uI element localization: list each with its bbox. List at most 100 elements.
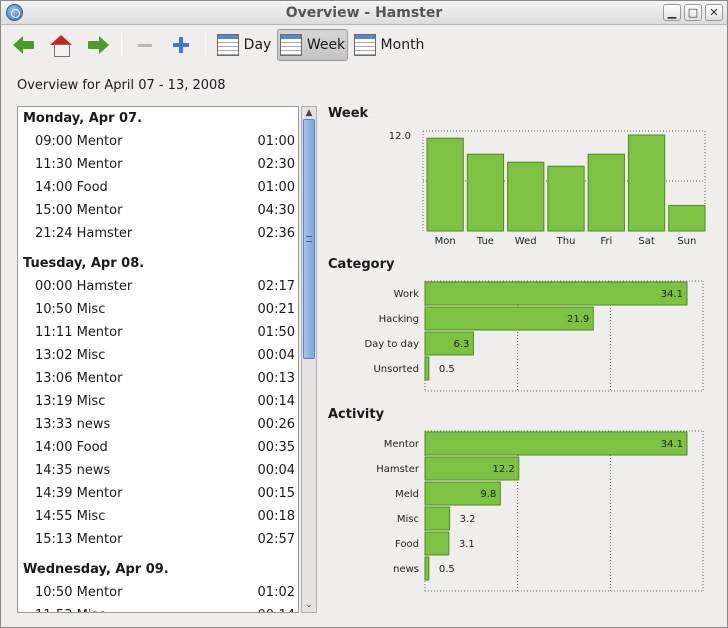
overview-window: Overview - Hamster ▁ □ ✕ Day Week Month … xyxy=(0,0,728,628)
fact-row[interactable]: 11:11 Mentor 01:50 xyxy=(35,325,295,345)
next-button[interactable] xyxy=(83,29,113,61)
fact-row[interactable]: 14:00 Food 00:35 xyxy=(35,440,295,460)
close-button[interactable]: ✕ xyxy=(705,4,723,21)
fact-row[interactable]: 13:06 Mentor 00:13 xyxy=(35,371,295,391)
fact-row[interactable]: 21:24 Hamster 02:36 xyxy=(35,226,295,246)
x-tick-label: Wed xyxy=(515,236,537,247)
title-bar[interactable]: Overview - Hamster ▁ □ ✕ xyxy=(1,1,727,25)
fact-row[interactable]: 10:50 Mentor 01:02 xyxy=(35,585,295,605)
calendar-day-icon xyxy=(216,34,239,56)
maximize-button[interactable]: □ xyxy=(684,4,702,21)
x-tick-label: Sat xyxy=(638,236,654,247)
fact-time-activity: 14:00 Food xyxy=(35,440,108,455)
activity-bar xyxy=(424,431,688,456)
fact-time-activity: 15:00 Mentor xyxy=(35,203,123,218)
category-chart: Work 34.1 Hacking 21.9 Day to day 6.3 Unsorted… xyxy=(319,279,705,395)
activity-value-label: 9.8 xyxy=(480,489,496,500)
grip-icon xyxy=(306,236,312,242)
activity-category-label: Meld xyxy=(395,489,419,500)
week-bar xyxy=(627,134,666,232)
fact-time-activity: 00:00 Hamster xyxy=(35,279,133,294)
arrow-right-icon xyxy=(87,36,109,54)
minimize-button[interactable]: ▁ xyxy=(663,4,681,21)
x-tick-label: Tue xyxy=(476,236,494,247)
activity-value-label: 12.2 xyxy=(492,464,514,475)
overview-period-label: Overview for April 07 - 13, 2008 xyxy=(17,78,226,93)
week-view-label: Week xyxy=(306,37,346,53)
x-tick-label: Thu xyxy=(556,236,576,247)
fact-row[interactable]: 14:35 news 00:04 xyxy=(35,463,295,483)
activity-category-label: Hamster xyxy=(376,464,420,475)
fact-duration: 01:00 xyxy=(257,134,295,149)
previous-button[interactable] xyxy=(9,29,39,61)
fact-row[interactable]: 15:00 Mentor 04:30 xyxy=(35,203,295,223)
fact-time-activity: 13:02 Misc xyxy=(35,348,106,363)
month-view-label: Month xyxy=(380,37,425,53)
activity-value-label: 34.1 xyxy=(661,439,683,450)
fact-row[interactable]: 14:00 Food 01:00 xyxy=(35,180,295,200)
fact-duration: 02:57 xyxy=(257,532,295,547)
category-section-title: Category xyxy=(328,257,395,272)
week-bar xyxy=(547,165,585,232)
fact-duration: 01:50 xyxy=(257,325,295,340)
fact-duration: 00:15 xyxy=(257,486,295,501)
activity-bar xyxy=(424,506,451,531)
fact-duration: 00:14 xyxy=(257,394,295,409)
fact-time-activity: 14:39 Mentor xyxy=(35,486,123,501)
fact-row[interactable]: 10:50 Misc 00:21 xyxy=(35,302,295,322)
home-button[interactable] xyxy=(46,29,76,61)
activity-bar xyxy=(424,531,450,556)
month-view-button[interactable]: Month xyxy=(351,29,427,61)
fact-row[interactable]: 14:55 Misc 00:18 xyxy=(35,509,295,529)
fact-time-activity: 14:00 Food xyxy=(35,180,108,195)
category-category-label: Work xyxy=(394,289,420,300)
day-header: Tuesday, Apr 08. xyxy=(23,256,145,271)
fact-list[interactable]: Monday, Apr 07. 09:00 Mentor 01:00 11:30 Me… xyxy=(17,106,299,613)
fact-row[interactable]: 13:02 Misc 00:04 xyxy=(35,348,295,368)
activity-category-label: Mentor xyxy=(384,439,420,450)
fact-duration: 00:21 xyxy=(257,302,295,317)
calendar-week-icon xyxy=(279,34,302,56)
fact-time-activity: 13:33 news xyxy=(35,417,111,432)
fact-row[interactable]: 00:00 Hamster 02:17 xyxy=(35,279,295,299)
fact-time-activity: 09:00 Mentor xyxy=(35,134,123,149)
activity-category-label: news xyxy=(393,564,419,575)
activity-section-title: Activity xyxy=(328,407,385,422)
fact-time-activity: 13:19 Misc xyxy=(35,394,106,409)
week-view-button[interactable]: Week xyxy=(277,29,348,61)
fact-row[interactable]: 13:33 news 00:26 xyxy=(35,417,295,437)
fact-row[interactable]: 11:53 Misc 00:14 xyxy=(35,608,295,612)
remove-button[interactable] xyxy=(131,29,159,61)
fact-duration: 00:04 xyxy=(257,348,295,363)
scroll-thumb[interactable] xyxy=(303,119,315,359)
fact-time-activity: 11:30 Mentor xyxy=(35,157,123,172)
activity-category-label: Misc xyxy=(397,514,419,525)
y-tick-label: 12.0 xyxy=(389,131,411,142)
fact-time-activity: 11:53 Misc xyxy=(35,608,105,612)
fact-time-activity: 15:13 Mentor xyxy=(35,532,123,547)
fact-duration: 00:04 xyxy=(257,463,295,478)
activity-bar xyxy=(424,556,430,581)
fact-time-activity: 13:06 Mentor xyxy=(35,371,123,386)
fact-row[interactable]: 13:19 Misc 00:14 xyxy=(35,394,295,414)
fact-list-scrollbar[interactable]: ▲ ⌄ xyxy=(301,106,317,613)
day-view-button[interactable]: Day xyxy=(214,29,274,61)
fact-row[interactable]: 11:30 Mentor 02:30 xyxy=(35,157,295,177)
category-value-label: 0.5 xyxy=(439,364,455,375)
fact-row[interactable]: 15:13 Mentor 02:57 xyxy=(35,532,295,552)
activity-value-label: 3.2 xyxy=(460,514,476,525)
fact-duration: 00:26 xyxy=(257,417,295,432)
fact-row[interactable]: 09:00 Mentor 01:00 xyxy=(35,134,295,154)
add-button[interactable] xyxy=(167,29,195,61)
activity-value-label: 3.1 xyxy=(459,539,475,550)
scroll-down-button[interactable]: ⌄ xyxy=(302,599,316,612)
category-value-label: 6.3 xyxy=(453,339,469,350)
week-bar xyxy=(426,137,464,232)
day-header: Monday, Apr 07. xyxy=(23,111,143,126)
arrow-left-icon xyxy=(13,36,35,54)
home-icon xyxy=(50,35,72,57)
fact-row[interactable]: 14:39 Mentor 00:15 xyxy=(35,486,295,506)
week-chart: 12.0 Mon Tue Wed Thu Fri Sat Sun xyxy=(389,127,706,247)
fact-time-activity: 14:55 Misc xyxy=(35,509,106,524)
fact-time-activity: 14:35 news xyxy=(35,463,111,478)
